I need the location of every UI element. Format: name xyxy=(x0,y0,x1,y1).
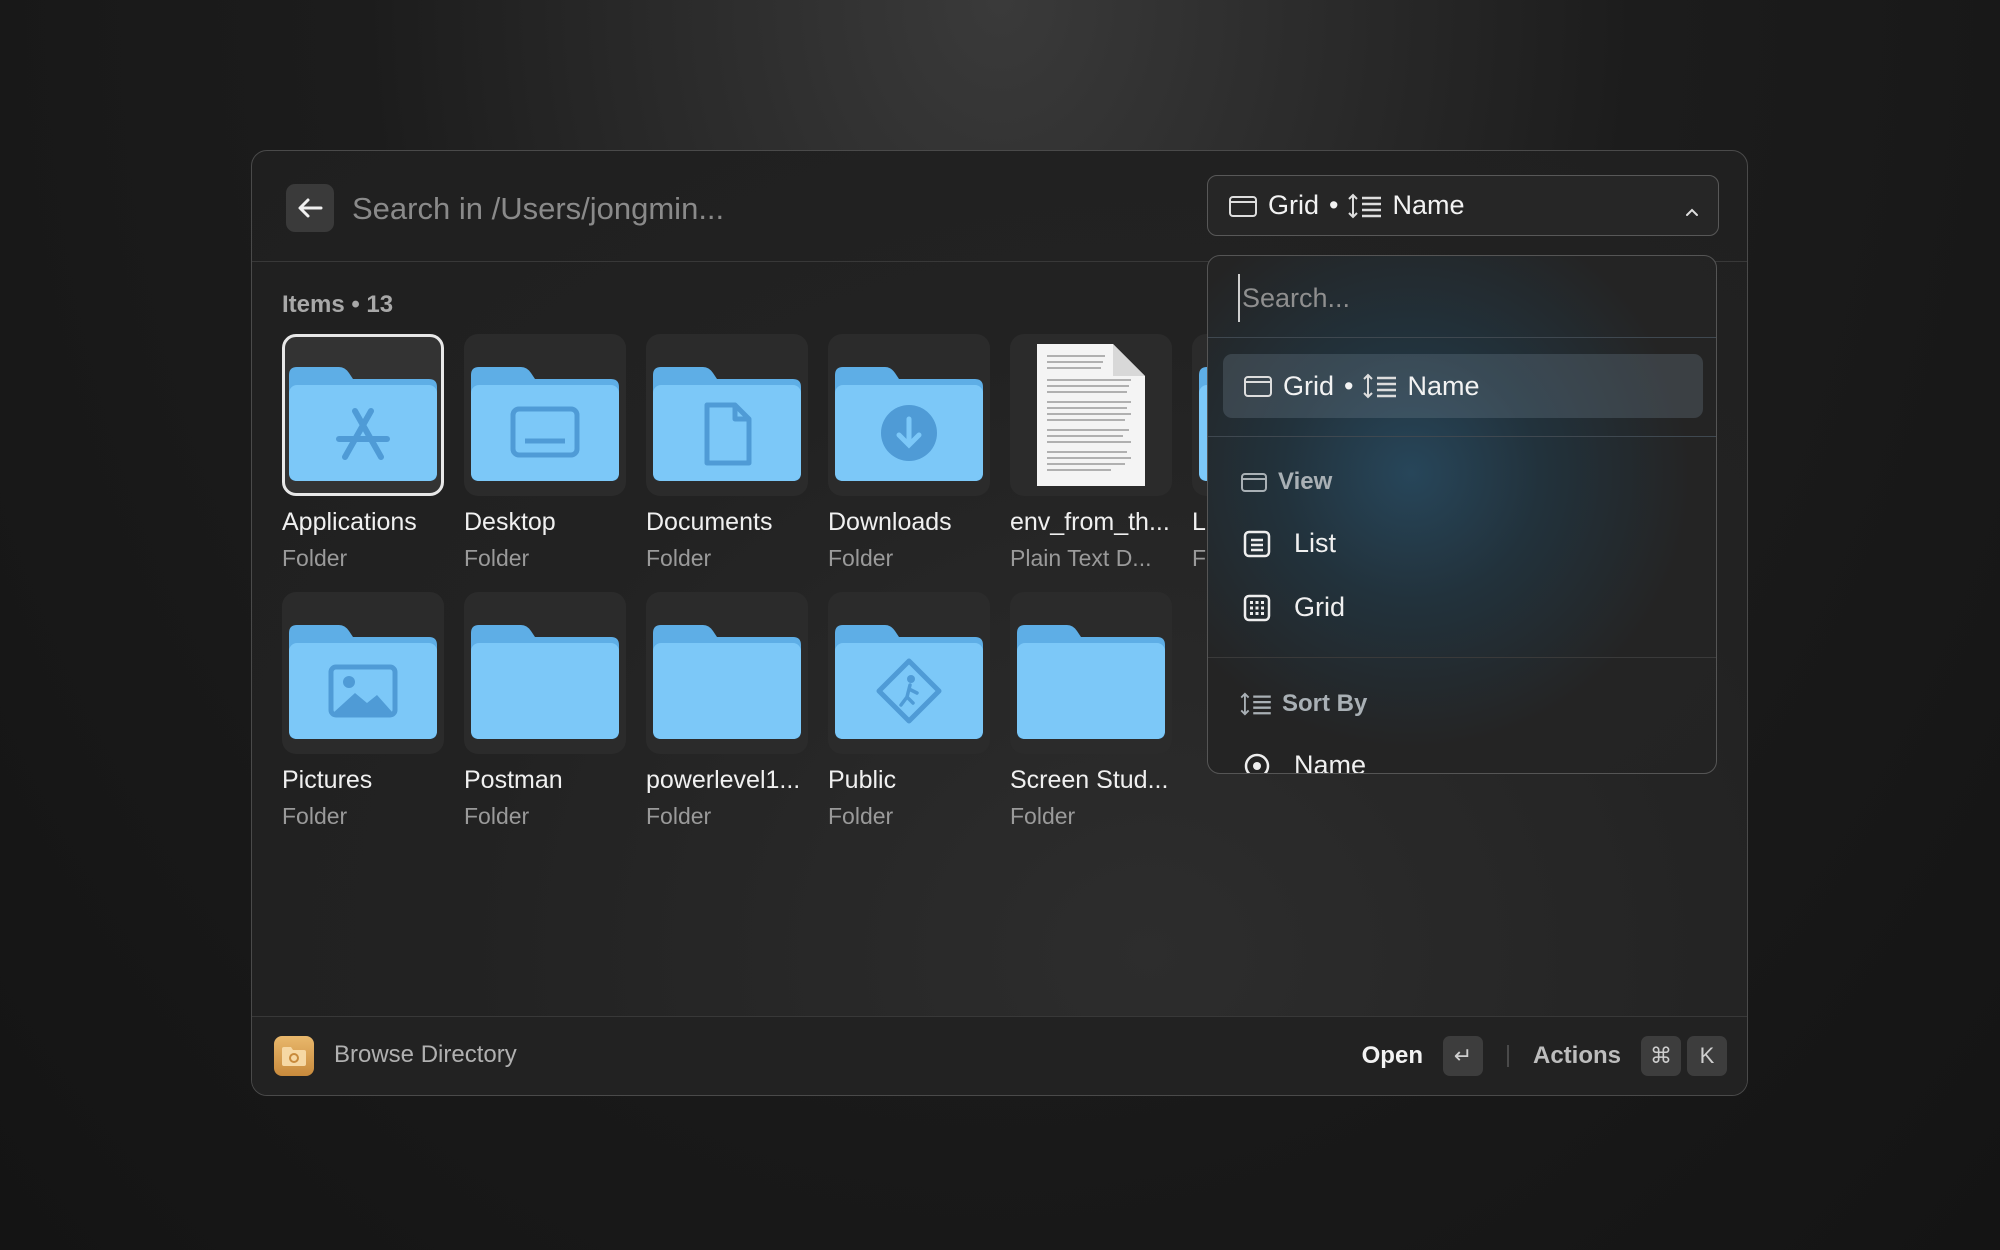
menu-separator: • xyxy=(1344,370,1354,401)
item-thumbnail xyxy=(1010,592,1172,754)
menu-item-list-label: List xyxy=(1294,528,1337,558)
search-input[interactable] xyxy=(350,181,914,237)
item-name: Pictures xyxy=(282,766,373,794)
grid-item-documents[interactable]: Documents Folder xyxy=(646,334,808,572)
menu-item-sort-name[interactable]: Name xyxy=(1242,750,1367,774)
grid-icon xyxy=(1242,594,1272,622)
item-thumbnail xyxy=(828,592,990,754)
item-thumbnail xyxy=(464,334,626,496)
item-name: powerlevel1... xyxy=(646,766,801,794)
back-button[interactable] xyxy=(286,184,334,232)
item-name: Applications xyxy=(282,508,417,536)
chevron-up-icon xyxy=(1684,196,1700,227)
item-name: env_from_th... xyxy=(1010,508,1170,536)
menu-divider xyxy=(1208,436,1716,437)
menu-section-sort-label: Sort By xyxy=(1282,690,1368,717)
item-kind: Folder xyxy=(828,545,894,571)
menu-item-grid[interactable]: Grid xyxy=(1242,592,1345,623)
folder-icon xyxy=(471,625,619,739)
item-thumbnail xyxy=(1010,334,1172,496)
grid-item-postman[interactable]: Postman Folder xyxy=(464,592,626,830)
items-count: Items • 13 xyxy=(282,291,394,318)
menu-divider xyxy=(1208,337,1716,338)
dropdown-separator: • xyxy=(1329,190,1339,220)
item-kind: Folder xyxy=(828,803,894,829)
grid-item-desktop[interactable]: Desktop Folder xyxy=(464,334,626,572)
footer-divider xyxy=(1506,1045,1509,1067)
footer-title: Browse Directory xyxy=(334,1041,517,1068)
arrow-left-icon xyxy=(298,198,323,218)
command-key-hint: ⌘ xyxy=(1641,1036,1681,1076)
list-icon xyxy=(1242,530,1272,558)
folder-icon xyxy=(1017,625,1165,739)
item-thumbnail xyxy=(282,334,444,496)
item-name: Desktop xyxy=(464,508,556,536)
menu-item-current[interactable]: Grid • Name xyxy=(1223,354,1703,418)
dropdown-sort-label: Name xyxy=(1392,190,1465,220)
item-name: Screen Stud... xyxy=(1010,766,1169,794)
grid-item-powerlevel[interactable]: powerlevel1... Folder xyxy=(646,592,808,830)
window-icon xyxy=(1240,471,1268,493)
menu-item-grid-label: Grid xyxy=(1294,592,1346,622)
pictures-folder-icon xyxy=(289,625,437,739)
item-kind: Folder xyxy=(646,545,712,571)
grid-item-public[interactable]: Public Folder xyxy=(828,592,990,830)
item-thumbnail xyxy=(646,334,808,496)
grid-item-applications[interactable]: Applications Folder xyxy=(282,334,444,572)
text-document-icon xyxy=(1037,344,1145,486)
sort-lines-icon xyxy=(1240,692,1272,716)
item-kind: Folder xyxy=(464,545,530,571)
menu-current-sort: Name xyxy=(1407,370,1480,401)
menu-item-sort-name-label: Name xyxy=(1294,750,1367,774)
menu-divider xyxy=(1208,657,1716,658)
footer-actions: Open ↵ Actions ⌘ K xyxy=(1362,1036,1727,1076)
menu-section-view: View xyxy=(1240,468,1332,496)
menu-section-view-label: View xyxy=(1278,468,1333,495)
k-key-hint: K xyxy=(1687,1036,1727,1076)
item-thumbnail xyxy=(828,334,990,496)
desktop-folder-icon xyxy=(471,367,619,481)
item-kind: Folder xyxy=(464,803,530,829)
public-folder-icon xyxy=(835,625,983,739)
radio-selected-icon xyxy=(1242,752,1272,773)
grid-item-downloads[interactable]: Downloads Folder xyxy=(828,334,990,572)
grid-item-env-file[interactable]: env_from_th... Plain Text D... xyxy=(1010,334,1172,572)
item-name: Documents xyxy=(646,508,773,536)
item-name: Public xyxy=(828,766,897,794)
item-kind: Folder xyxy=(646,803,712,829)
item-thumbnail xyxy=(646,592,808,754)
actions-button[interactable]: Actions xyxy=(1533,1042,1621,1070)
sort-lines-icon xyxy=(1363,373,1397,399)
menu-item-list[interactable]: List xyxy=(1242,528,1336,559)
header-bar: Grid • Name xyxy=(252,151,1747,262)
applications-folder-icon xyxy=(289,367,437,481)
open-action[interactable]: Open xyxy=(1362,1042,1423,1070)
item-name: Postman xyxy=(464,766,563,794)
grid-item-pictures[interactable]: Pictures Folder xyxy=(282,592,444,830)
item-thumbnail xyxy=(464,592,626,754)
view-sort-menu: Grid • Name View List Grid Sort By xyxy=(1207,255,1717,774)
menu-search-input[interactable] xyxy=(1238,274,1684,322)
folder-gear-icon xyxy=(274,1036,314,1076)
item-kind: Folder xyxy=(282,803,348,829)
item-kind: Plain Text D... xyxy=(1010,545,1152,571)
item-kind: Folder xyxy=(1010,803,1076,829)
sort-lines-icon xyxy=(1348,193,1382,219)
window-icon xyxy=(1228,194,1258,218)
enter-key-hint: ↵ xyxy=(1442,1036,1483,1076)
dropdown-view-label: Grid xyxy=(1268,190,1320,220)
window-icon xyxy=(1243,374,1273,398)
downloads-folder-icon xyxy=(835,367,983,481)
folder-icon xyxy=(653,625,801,739)
item-name: Downloads xyxy=(828,508,952,536)
menu-section-sort: Sort By xyxy=(1240,690,1367,718)
menu-current-view: Grid xyxy=(1283,370,1335,401)
view-sort-dropdown[interactable]: Grid • Name xyxy=(1207,175,1719,236)
footer-bar: Browse Directory Open ↵ Actions ⌘ K xyxy=(252,1016,1747,1095)
item-thumbnail xyxy=(282,592,444,754)
documents-folder-icon xyxy=(653,367,801,481)
grid-item-screen-studio[interactable]: Screen Stud... Folder xyxy=(1010,592,1172,830)
item-kind: Folder xyxy=(282,545,348,571)
